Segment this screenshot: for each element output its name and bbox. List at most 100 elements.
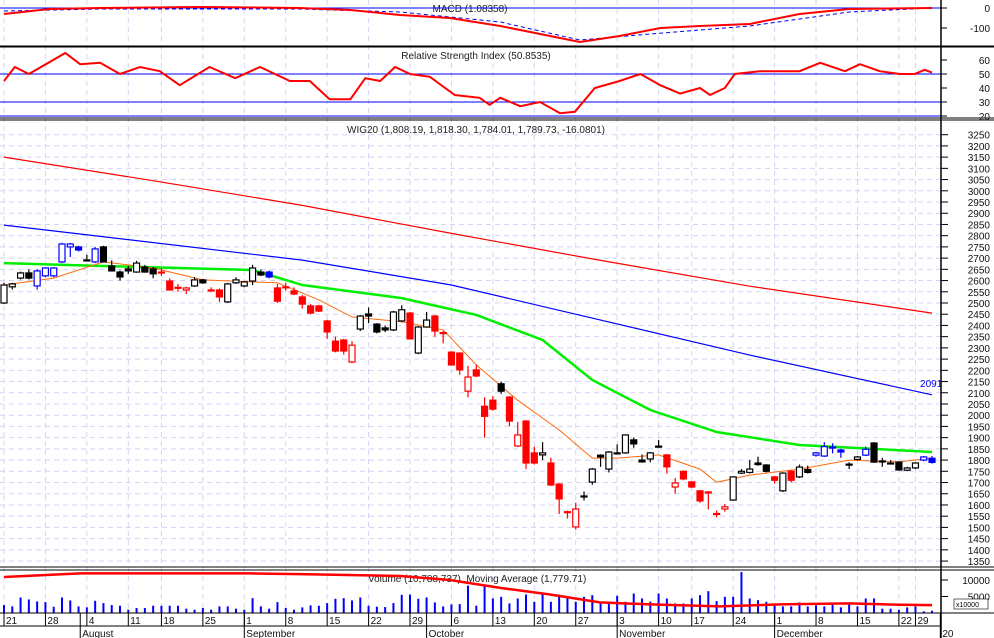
volume-bar <box>533 601 536 613</box>
x-day-label: 1 <box>246 616 252 627</box>
volume-bar <box>367 605 370 613</box>
volume-bar <box>359 597 362 613</box>
x-day-label: 3 <box>619 616 625 627</box>
price-tick-label: 2000 <box>968 411 991 422</box>
candle-up <box>464 376 472 392</box>
price-tick-label: 3250 <box>968 131 991 142</box>
candle-up <box>729 476 737 501</box>
price-tick-label: 2250 <box>968 355 991 366</box>
volume-bar <box>483 584 486 613</box>
volume-bar <box>177 605 180 613</box>
rsi-tick-label: 50 <box>979 70 991 81</box>
candle-down <box>787 470 795 481</box>
candle-down <box>83 259 91 262</box>
price-tick-label: 1450 <box>968 535 991 546</box>
candle-down <box>108 265 116 272</box>
x-day-label: 17 <box>694 616 706 627</box>
volume-bar <box>591 595 594 613</box>
candle-up <box>190 279 199 287</box>
price-tick-label: 2150 <box>968 378 991 389</box>
price-tick-label: 3000 <box>968 187 991 198</box>
x-day-label: 1 <box>777 616 783 627</box>
volume-bar <box>450 604 453 613</box>
volume-bar <box>848 603 851 613</box>
candle-up <box>862 448 870 456</box>
rsi-tick-label: 20 <box>979 112 991 123</box>
candle-up <box>398 309 406 322</box>
x-day-label: 8 <box>288 616 294 627</box>
candle-down <box>663 454 671 468</box>
volume-bar <box>94 600 97 613</box>
price-tick-label: 1400 <box>968 546 991 557</box>
volume-bar <box>856 606 859 613</box>
volume-bar <box>699 595 702 613</box>
x-day-label: 6 <box>453 616 459 627</box>
x-month-label: 20 <box>942 629 954 638</box>
volume-bar <box>384 607 387 613</box>
candle-down <box>895 461 903 471</box>
volume-bar <box>152 605 155 613</box>
volume-bar <box>392 603 395 613</box>
volume-bar <box>467 585 470 613</box>
candle-down <box>439 332 447 335</box>
candle-up <box>240 281 248 287</box>
volume-bar <box>607 603 610 613</box>
candle-up <box>0 284 8 304</box>
volume-bar <box>284 608 287 613</box>
x-day-label: 4 <box>89 616 95 627</box>
volume-bar <box>781 606 784 613</box>
candle-up <box>671 482 679 488</box>
x-month-label: October <box>429 629 465 638</box>
x-day-label: 20 <box>536 616 548 627</box>
volume-bar <box>641 598 644 613</box>
candle-down <box>762 464 770 472</box>
axes: 0-10060504030203250320031503100305030002… <box>0 0 994 638</box>
candle-down <box>688 481 696 488</box>
candle-down <box>497 383 505 392</box>
volume-bar <box>85 607 88 613</box>
rsi-pane: Relative Strength Index (50.8535) <box>0 51 941 117</box>
candle-down <box>25 272 33 279</box>
volume-bar <box>831 604 834 613</box>
price-tick-label: 1550 <box>968 512 991 523</box>
x-day-label: 22 <box>371 616 383 627</box>
volume-bar <box>889 608 892 613</box>
x-day-label: 15 <box>859 616 871 627</box>
candle-up <box>563 511 572 514</box>
candle-down <box>381 327 389 331</box>
volume-bar <box>839 607 842 613</box>
price-tick-label: 2550 <box>968 288 991 299</box>
price-tick-label: 1850 <box>968 445 991 456</box>
volume-tick-label: 10000 <box>962 576 990 587</box>
volume-bar <box>657 593 660 613</box>
volume-bar <box>815 605 818 613</box>
candle-up <box>812 452 820 456</box>
volume-bar <box>276 602 279 613</box>
macd-tick-label: -100 <box>970 24 990 35</box>
price-tick-label: 2800 <box>968 232 991 243</box>
candle-down <box>373 323 381 333</box>
volume-bar <box>409 594 412 613</box>
volume-bar <box>881 608 884 613</box>
candle-up <box>33 270 41 287</box>
x-day-label: 28 <box>47 616 59 627</box>
x-day-label: 11 <box>130 616 141 627</box>
candle-up <box>737 470 746 474</box>
volume-bar <box>185 608 188 613</box>
candle-up <box>8 283 16 288</box>
candle-up <box>248 267 257 282</box>
macd-title: MACD (1.08358) <box>432 4 507 15</box>
x-day-label: 18 <box>163 616 175 627</box>
candle-down <box>207 289 215 292</box>
candle-up <box>41 267 50 277</box>
volume-bar <box>44 602 47 613</box>
candle-down <box>282 286 290 289</box>
candle-down <box>315 305 323 312</box>
volume-bar <box>326 603 329 613</box>
candle-up <box>16 272 25 279</box>
volume-bar <box>873 598 876 613</box>
candle-up <box>514 434 522 447</box>
volume-bar <box>301 607 304 613</box>
volume-bar <box>160 605 163 613</box>
candle-up <box>66 243 74 248</box>
